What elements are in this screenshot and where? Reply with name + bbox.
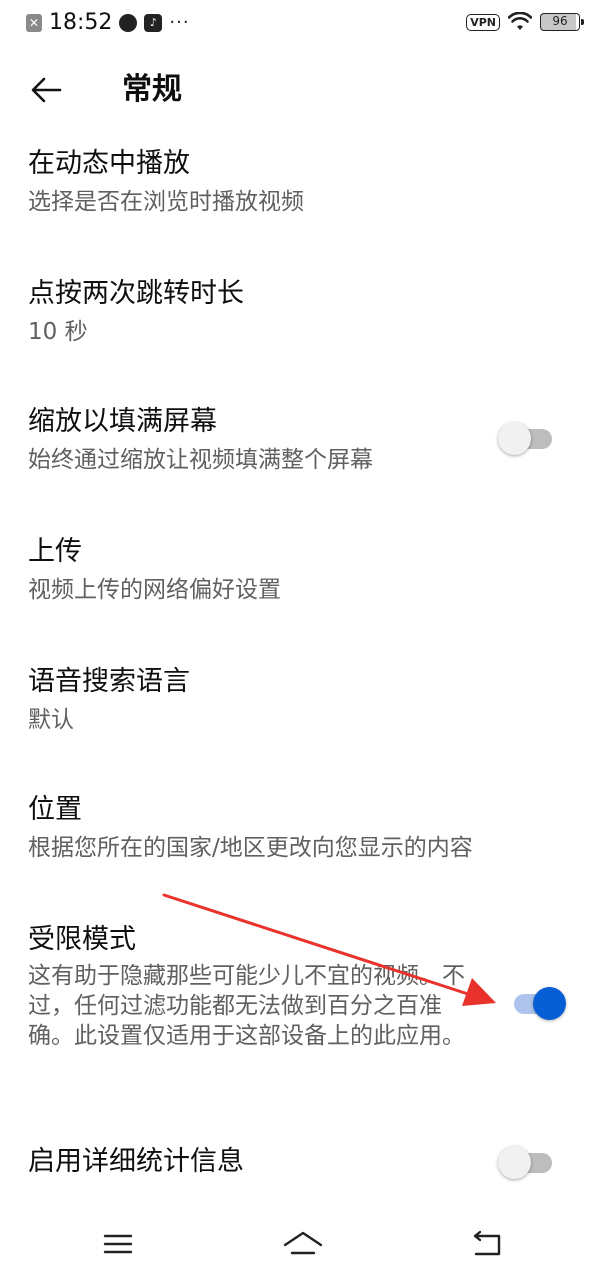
home-icon — [283, 1231, 323, 1255]
back-button[interactable] — [26, 70, 66, 110]
page-title: 常规 — [122, 72, 182, 107]
status-time: 18:52 — [49, 10, 113, 35]
setting-subtitle: 默认 — [28, 707, 74, 733]
battery-level: 96 — [552, 14, 568, 28]
setting-subtitle: 根据您所在的国家/地区更改向您显示的内容 — [28, 835, 473, 861]
setting-voice-search-language[interactable]: 语音搜索语言 默认 — [0, 660, 606, 750]
setting-title: 语音搜索语言 — [28, 666, 190, 697]
toggle-thumb — [498, 422, 531, 455]
setting-double-tap-seek[interactable]: 点按两次跳转时长 10 秒 — [0, 272, 606, 362]
restricted-mode-toggle[interactable] — [510, 983, 566, 1023]
setting-title: 在动态中播放 — [28, 148, 190, 179]
nav-back-button[interactable] — [465, 1224, 509, 1264]
setting-title: 点按两次跳转时长 — [28, 278, 244, 309]
menu-icon — [103, 1234, 133, 1254]
setting-title: 启用详细统计信息 — [28, 1146, 244, 1177]
setting-title: 缩放以填满屏幕 — [28, 406, 217, 437]
status-bar-left: ✕ 18:52 ♪ ··· — [26, 10, 190, 35]
wifi-icon — [508, 12, 532, 30]
nav-menu-button[interactable] — [96, 1224, 140, 1264]
setting-title: 上传 — [28, 536, 82, 567]
status-bar-right: VPN 96 — [466, 12, 584, 32]
more-notifications-icon: ··· — [169, 12, 190, 33]
setting-title: 受限模式 — [28, 924, 136, 955]
setting-location[interactable]: 位置 根据您所在的国家/地区更改向您显示的内容 — [0, 788, 606, 878]
vpn-badge: VPN — [466, 13, 500, 31]
music-app-icon: ♪ — [144, 13, 163, 32]
setting-subtitle: 视频上传的网络偏好设置 — [28, 577, 281, 603]
setting-autoplay-feed[interactable]: 在动态中播放 选择是否在浏览时播放视频 — [0, 142, 606, 232]
toggle-thumb — [533, 987, 566, 1020]
arrow-left-icon — [31, 77, 62, 103]
back-icon — [473, 1230, 501, 1256]
app-header: 常规 — [0, 60, 606, 120]
battery-icon: 96 — [540, 13, 584, 31]
nav-home-button[interactable] — [281, 1224, 325, 1264]
setting-subtitle: 10 秒 — [28, 319, 88, 345]
setting-subtitle: 选择是否在浏览时播放视频 — [28, 189, 304, 215]
notification-icon: ✕ — [26, 13, 42, 32]
setting-title: 位置 — [28, 794, 82, 825]
toggle-thumb — [498, 1146, 531, 1179]
status-bar: ✕ 18:52 ♪ ··· VPN 96 — [0, 0, 606, 48]
zoom-to-fill-toggle[interactable] — [498, 418, 554, 458]
app-notification-icon — [119, 13, 138, 32]
setting-subtitle: 这有助于隐藏那些可能少儿不宜的视频。不过，任何过滤功能都无法做到百分之百准确。此… — [28, 963, 465, 1049]
setting-uploads[interactable]: 上传 视频上传的网络偏好设置 — [0, 530, 606, 620]
system-nav-bar — [0, 1210, 606, 1280]
stats-for-nerds-toggle[interactable] — [498, 1142, 554, 1182]
setting-subtitle: 始终通过缩放让视频填满整个屏幕 — [28, 447, 373, 473]
